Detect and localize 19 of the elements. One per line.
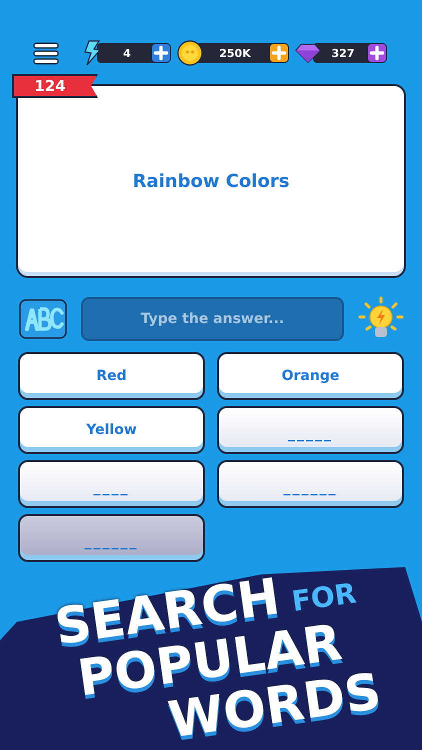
answer-slot: Yellow bbox=[18, 406, 205, 454]
answer-slot: Red bbox=[18, 352, 205, 400]
plus-icon[interactable] bbox=[269, 43, 289, 63]
answer-field[interactable]: Type the answer... bbox=[81, 297, 344, 341]
headline-text: FOR bbox=[290, 576, 358, 618]
plus-icon[interactable] bbox=[367, 43, 387, 63]
menu-icon[interactable] bbox=[33, 42, 59, 64]
answer-slot: _____ bbox=[217, 406, 404, 454]
currency-amount: 250K bbox=[219, 46, 251, 60]
category-title: Rainbow Colors bbox=[132, 170, 290, 192]
plus-icon[interactable] bbox=[151, 43, 171, 63]
answer-slot: ______ bbox=[18, 514, 205, 562]
level-ribbon: 124 bbox=[12, 74, 98, 98]
answer-slot: ______ bbox=[217, 460, 404, 508]
answer-slot: Orange bbox=[217, 352, 404, 400]
currency-amount: 4 bbox=[123, 46, 131, 60]
answer-slot: ____ bbox=[18, 460, 205, 508]
abc-icon[interactable] bbox=[19, 299, 67, 339]
currency-amount: 327 bbox=[332, 46, 354, 60]
